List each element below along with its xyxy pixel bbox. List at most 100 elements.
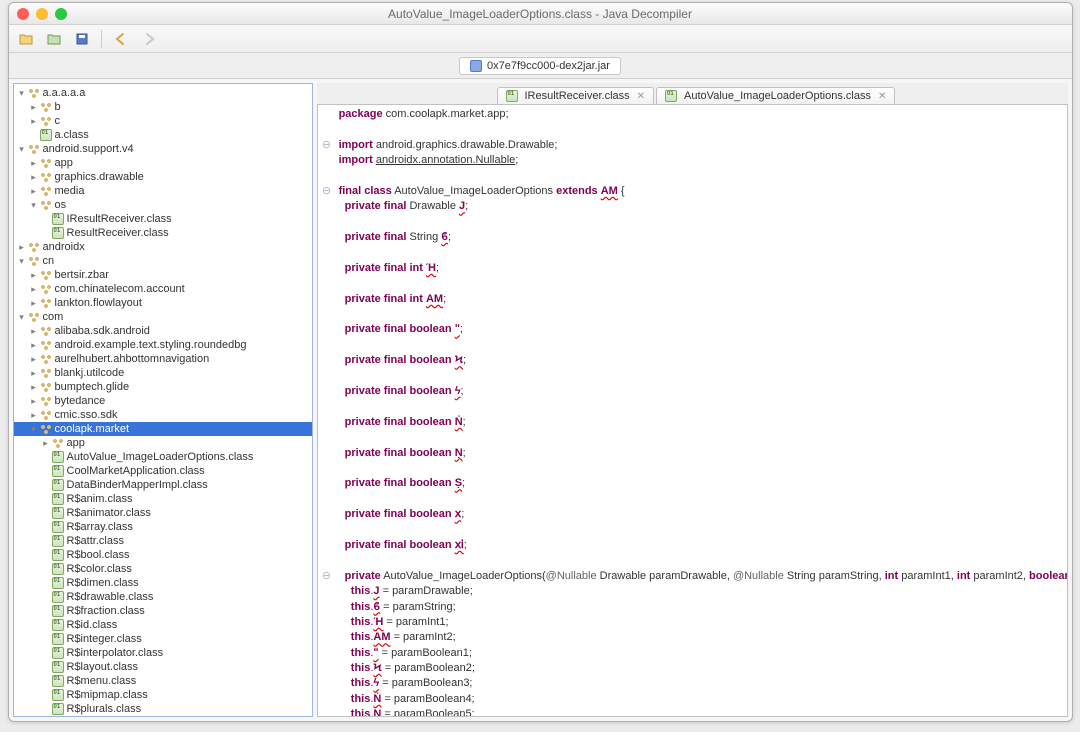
- expand-icon[interactable]: ▸: [28, 158, 40, 169]
- tree-row[interactable]: ▸▸b: [14, 100, 312, 114]
- code-line[interactable]: this.J = paramDrawable;: [336, 584, 473, 599]
- code-line[interactable]: import android.graphics.drawable.Drawabl…: [336, 138, 558, 153]
- code-line[interactable]: private final boolean Ṅ;: [336, 415, 466, 430]
- expand-icon[interactable]: ▸: [28, 186, 40, 197]
- expand-icon[interactable]: ▸: [28, 326, 40, 337]
- expand-icon[interactable]: ▸: [28, 270, 40, 281]
- expand-icon[interactable]: ▸: [28, 396, 40, 407]
- code-line[interactable]: private final int AM;: [336, 292, 447, 307]
- fold-gutter[interactable]: ⊖: [318, 569, 336, 584]
- tree-row[interactable]: ▸▸▸DataBinderMapperImpl.class: [14, 478, 312, 492]
- close-tab-icon[interactable]: ✕: [637, 91, 645, 102]
- expand-icon[interactable]: ▾: [28, 200, 40, 211]
- nav-back-button[interactable]: [110, 29, 132, 49]
- tree-row[interactable]: ▸▸bytedance: [14, 394, 312, 408]
- tree-row[interactable]: ▸▸▸ResultReceiver.class: [14, 226, 312, 240]
- tree-row[interactable]: ▸▸media: [14, 184, 312, 198]
- expand-icon[interactable]: ▸: [16, 242, 28, 253]
- tab-autovalue[interactable]: AutoValue_ImageLoaderOptions.class ✕: [656, 87, 895, 104]
- expand-icon[interactable]: ▸: [28, 172, 40, 183]
- code-line[interactable]: private final boolean ⅹ;: [336, 507, 465, 522]
- tree-row[interactable]: ▸▸▸R$mipmap.class: [14, 688, 312, 702]
- code-line[interactable]: [336, 215, 339, 230]
- titlebar[interactable]: AutoValue_ImageLoaderOptions.class - Jav…: [9, 3, 1072, 25]
- tree-row[interactable]: ▸▸▸AutoValue_ImageLoaderOptions.class: [14, 450, 312, 464]
- close-tab-icon[interactable]: ✕: [878, 91, 886, 102]
- code-line[interactable]: private final boolean ⅺ;: [336, 538, 467, 553]
- code-line[interactable]: [336, 369, 339, 384]
- tree-row[interactable]: ▸▸alibaba.sdk.android: [14, 324, 312, 338]
- tab-iresultreceiver[interactable]: IResultReceiver.class ✕: [497, 87, 655, 104]
- save-button[interactable]: [71, 29, 93, 49]
- code-line[interactable]: private final String ϐ;: [336, 230, 452, 245]
- tree-row[interactable]: ▸▸android.example.text.styling.roundedbg: [14, 338, 312, 352]
- jar-tab[interactable]: 0x7e7f9cc000-dex2jar.jar: [459, 57, 621, 75]
- tree-row[interactable]: ▸▸▸R$layout.class: [14, 660, 312, 674]
- code-line[interactable]: this.Ϟ = paramBoolean2;: [336, 661, 475, 676]
- code-line[interactable]: [336, 553, 339, 568]
- package-tree[interactable]: ▾a.a.a.a.a▸▸b▸▸c▸▸a.class▾android.suppor…: [13, 83, 313, 717]
- tree-row[interactable]: ▸androidx: [14, 240, 312, 254]
- code-line[interactable]: [336, 523, 339, 538]
- tree-row[interactable]: ▸▸graphics.drawable: [14, 170, 312, 184]
- expand-icon[interactable]: ▸: [28, 284, 40, 295]
- tree-row[interactable]: ▸▾coolapk.market: [14, 422, 312, 436]
- source-viewer[interactable]: package com.coolapk.market.app; ⊖ import…: [317, 105, 1068, 717]
- code-line[interactable]: this.Ṅ = paramBoolean4;: [336, 692, 475, 707]
- code-line[interactable]: this.ϐ = paramString;: [336, 600, 456, 615]
- code-line[interactable]: [336, 307, 339, 322]
- expand-icon[interactable]: ▸: [40, 438, 52, 449]
- tree-row[interactable]: ▾com: [14, 310, 312, 324]
- expand-icon[interactable]: ▾: [16, 256, 28, 267]
- tree-row[interactable]: ▸▸blankj.utilcode: [14, 366, 312, 380]
- expand-icon[interactable]: ▸: [28, 340, 40, 351]
- tree-row[interactable]: ▸▸c: [14, 114, 312, 128]
- tree-row[interactable]: ▸▸app: [14, 156, 312, 170]
- tree-row[interactable]: ▾a.a.a.a.a: [14, 86, 312, 100]
- tree-row[interactable]: ▸▸▸R$fraction.class: [14, 604, 312, 618]
- tree-row[interactable]: ▸▸▸R$anim.class: [14, 492, 312, 506]
- expand-icon[interactable]: ▾: [16, 144, 28, 155]
- expand-icon[interactable]: ▸: [28, 102, 40, 113]
- code-line[interactable]: private final int Ή;: [336, 261, 440, 276]
- code-line[interactable]: this.Ṇ = paramBoolean5;: [336, 707, 475, 717]
- open-file-button[interactable]: [15, 29, 37, 49]
- expand-icon[interactable]: ▸: [28, 354, 40, 365]
- code-line[interactable]: [336, 338, 339, 353]
- tree-row[interactable]: ▸▾os: [14, 198, 312, 212]
- expand-icon[interactable]: ▸: [28, 410, 40, 421]
- code-line[interactable]: [336, 169, 339, 184]
- code-line[interactable]: private AutoValue_ImageLoaderOptions(@Nu…: [336, 569, 1068, 584]
- tree-row[interactable]: ▸▸▸CoolMarketApplication.class: [14, 464, 312, 478]
- tree-row[interactable]: ▸▸bumptech.glide: [14, 380, 312, 394]
- code-line[interactable]: [336, 461, 339, 476]
- code-line[interactable]: private final boolean ʺ;: [336, 322, 463, 337]
- tree-row[interactable]: ▸▸▸R$id.class: [14, 618, 312, 632]
- expand-icon[interactable]: ▾: [16, 88, 28, 99]
- expand-icon[interactable]: ▸: [28, 368, 40, 379]
- code-line[interactable]: this.ϟ = paramBoolean3;: [336, 676, 473, 691]
- tree-row[interactable]: ▸▸▸R$menu.class: [14, 674, 312, 688]
- code-line[interactable]: private final boolean Ϟ;: [336, 353, 467, 368]
- code-line[interactable]: this.ʺ = paramBoolean1;: [336, 646, 472, 661]
- code-line[interactable]: [336, 246, 339, 261]
- code-line[interactable]: private final Drawable J;: [336, 199, 469, 214]
- nav-forward-button[interactable]: [138, 29, 160, 49]
- code-line[interactable]: final class AutoValue_ImageLoaderOptions…: [336, 184, 625, 199]
- tree-row[interactable]: ▸▸▸app: [14, 436, 312, 450]
- tree-row[interactable]: ▸▸▸R$attr.class: [14, 534, 312, 548]
- expand-icon[interactable]: ▸: [28, 382, 40, 393]
- code-line[interactable]: [336, 430, 339, 445]
- tree-row[interactable]: ▸▸▸R$integer.class: [14, 632, 312, 646]
- tree-row[interactable]: ▸▸com.chinatelecom.account: [14, 282, 312, 296]
- code-line[interactable]: [336, 276, 339, 291]
- code-line[interactable]: [336, 122, 339, 137]
- code-line[interactable]: private final boolean ϟ;: [336, 384, 464, 399]
- tree-row[interactable]: ▾cn: [14, 254, 312, 268]
- code-line[interactable]: [336, 399, 339, 414]
- tree-row[interactable]: ▸▸aurelhubert.ahbottomnavigation: [14, 352, 312, 366]
- code-line[interactable]: this.AM = paramInt2;: [336, 630, 456, 645]
- tree-row[interactable]: ▸▸a.class: [14, 128, 312, 142]
- expand-icon[interactable]: ▸: [28, 116, 40, 127]
- code-line[interactable]: private final boolean Ṣ;: [336, 476, 466, 491]
